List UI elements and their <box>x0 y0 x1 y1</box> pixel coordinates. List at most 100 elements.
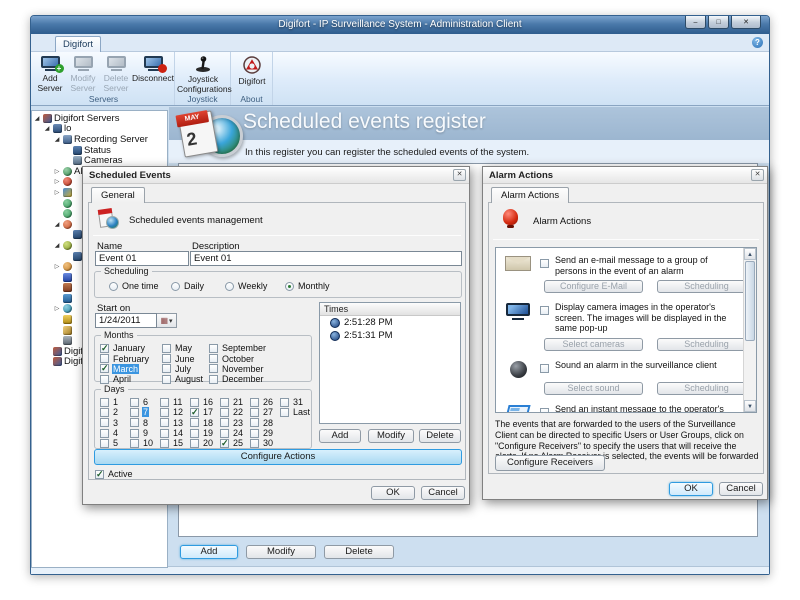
action-message-checkbox[interactable] <box>540 408 549 414</box>
month-july[interactable]: July <box>162 364 209 374</box>
day-26[interactable]: 26 <box>250 397 280 407</box>
day-23[interactable]: 23 <box>220 418 250 428</box>
sound-scheduling-button[interactable]: Scheduling <box>657 382 756 395</box>
tab-digifort[interactable]: Digifort <box>55 36 101 52</box>
day-last[interactable]: Last <box>280 407 311 417</box>
register-add-button[interactable]: Add <box>180 545 238 559</box>
configure-receivers-button[interactable]: Configure Receivers <box>495 455 605 471</box>
close-button[interactable]: ✕ <box>731 16 761 29</box>
month-april[interactable]: April <box>100 374 162 384</box>
tree-item-status[interactable]: Status <box>32 145 167 156</box>
month-february[interactable]: February <box>100 353 162 363</box>
month-december[interactable]: December <box>209 374 267 384</box>
name-field[interactable] <box>95 251 189 266</box>
alarm-actions-cancel-button[interactable]: Cancel <box>719 482 763 496</box>
disconnect-button[interactable]: Disconnect <box>131 55 175 84</box>
day-9[interactable]: 9 <box>130 428 160 438</box>
tree-item-recording-server[interactable]: ◢Recording Server <box>32 134 167 145</box>
day-8[interactable]: 8 <box>130 418 160 428</box>
times-listbox[interactable]: Times 2:51:28 PM 2:51:31 PM <box>319 302 461 424</box>
day-11[interactable]: 11 <box>160 397 190 407</box>
tab-general[interactable]: General <box>91 187 145 203</box>
day-24[interactable]: 24 <box>220 428 250 438</box>
tree-item-lo[interactable]: ◢lo <box>32 124 167 135</box>
joystick-configurations-button[interactable]: Joystick Configurations <box>177 55 229 94</box>
month-october[interactable]: October <box>209 353 267 363</box>
month-march[interactable]: March <box>100 364 162 374</box>
tree-item-digifort-servers[interactable]: ◢Digifort Servers <box>32 113 167 124</box>
day-25[interactable]: 25 <box>220 438 250 448</box>
action-sound-checkbox[interactable] <box>540 364 549 373</box>
month-may[interactable]: May <box>162 343 209 353</box>
day-4[interactable]: 4 <box>100 428 130 438</box>
day-10[interactable]: 10 <box>130 438 160 448</box>
day-21[interactable]: 21 <box>220 397 250 407</box>
day-22[interactable]: 22 <box>220 407 250 417</box>
modify-server-button[interactable]: Modify Server <box>67 55 99 93</box>
scroll-down-icon[interactable]: ▼ <box>744 400 756 412</box>
day-31[interactable]: 31 <box>280 397 311 407</box>
configure-actions-button[interactable]: Configure Actions <box>94 449 462 465</box>
alarm-actions-ok-button[interactable]: OK <box>669 482 713 496</box>
close-icon[interactable]: ✕ <box>453 169 466 181</box>
day-3[interactable]: 3 <box>100 418 130 428</box>
select-sound-button[interactable]: Select sound <box>544 382 643 395</box>
month-november[interactable]: November <box>209 364 267 374</box>
month-june[interactable]: June <box>162 353 209 363</box>
day-13[interactable]: 13 <box>160 418 190 428</box>
action-display-checkbox[interactable] <box>540 306 549 315</box>
close-icon[interactable]: ✕ <box>751 169 764 181</box>
times-modify-button[interactable]: Modify <box>368 429 414 443</box>
date-picker-button[interactable] <box>157 313 177 328</box>
day-27[interactable]: 27 <box>250 407 280 417</box>
add-server-button[interactable]: + Add Server <box>35 55 65 93</box>
tree-item-cameras[interactable]: Cameras <box>32 155 167 166</box>
email-scheduling-button[interactable]: Scheduling <box>657 280 756 293</box>
digifort-about-button[interactable]: Digifort <box>234 55 270 87</box>
minimize-button[interactable]: – <box>685 16 706 29</box>
radio-weekly[interactable]: Weekly <box>225 281 268 291</box>
select-cameras-button[interactable]: Select cameras <box>544 338 643 351</box>
register-delete-button[interactable]: Delete <box>324 545 394 559</box>
active-checkbox[interactable]: Active <box>95 469 134 479</box>
day-7[interactable]: 7 <box>130 407 160 417</box>
times-add-button[interactable]: Add <box>319 429 361 443</box>
delete-server-button[interactable]: Delete Server <box>101 55 131 93</box>
display-scheduling-button[interactable]: Scheduling <box>657 338 756 351</box>
day-1[interactable]: 1 <box>100 397 130 407</box>
scroll-up-icon[interactable]: ▲ <box>744 248 756 260</box>
times-delete-button[interactable]: Delete <box>419 429 461 443</box>
day-15[interactable]: 15 <box>160 438 190 448</box>
day-18[interactable]: 18 <box>190 418 220 428</box>
radio-monthly[interactable]: Monthly <box>285 281 331 291</box>
scrollbar-thumb[interactable] <box>745 261 755 341</box>
register-modify-button[interactable]: Modify <box>246 545 316 559</box>
day-30[interactable]: 30 <box>250 438 280 448</box>
day-5[interactable]: 5 <box>100 438 130 448</box>
day-19[interactable]: 19 <box>190 428 220 438</box>
day-12[interactable]: 12 <box>160 407 190 417</box>
month-september[interactable]: September <box>209 343 267 353</box>
radio-daily[interactable]: Daily <box>171 281 205 291</box>
day-17[interactable]: 17 <box>190 407 220 417</box>
description-field[interactable] <box>190 251 462 266</box>
start-on-date-field[interactable] <box>95 313 157 328</box>
day-16[interactable]: 16 <box>190 397 220 407</box>
configure-email-button[interactable]: Configure E-Mail <box>544 280 643 293</box>
scrollbar[interactable]: ▲ ▼ <box>743 248 756 412</box>
action-email-checkbox[interactable] <box>540 259 549 268</box>
tab-alarm-actions[interactable]: Alarm Actions <box>491 187 569 203</box>
month-january[interactable]: January <box>100 343 162 353</box>
help-icon[interactable]: ? <box>752 37 763 48</box>
scheduled-events-cancel-button[interactable]: Cancel <box>421 486 465 500</box>
time-item[interactable]: 2:51:28 PM <box>320 316 460 329</box>
radio-one-time[interactable]: One time <box>109 281 160 291</box>
day-28[interactable]: 28 <box>250 418 280 428</box>
day-29[interactable]: 29 <box>250 428 280 438</box>
month-august[interactable]: August <box>162 374 209 384</box>
day-2[interactable]: 2 <box>100 407 130 417</box>
maximize-button[interactable]: □ <box>708 16 729 29</box>
day-6[interactable]: 6 <box>130 397 160 407</box>
day-14[interactable]: 14 <box>160 428 190 438</box>
time-item[interactable]: 2:51:31 PM <box>320 329 460 342</box>
